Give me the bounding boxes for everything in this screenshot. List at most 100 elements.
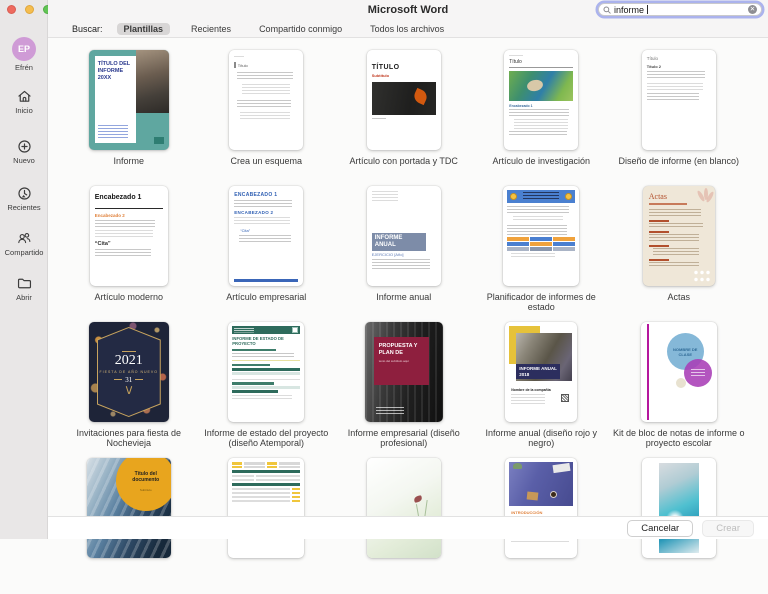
sidebar-item-compartido[interactable]: Compartido — [0, 230, 48, 257]
template-label: Artículo con portada y TDC — [350, 156, 458, 166]
user-name: Efrén — [0, 63, 48, 72]
section-rule — [649, 231, 669, 233]
close-window-button[interactable] — [7, 5, 16, 14]
tab-recientes[interactable]: Recientes — [184, 23, 238, 35]
star-badge — [565, 193, 572, 200]
template-thumbnail[interactable] — [503, 186, 579, 286]
template-thumbnail[interactable] — [642, 458, 716, 558]
table-row — [232, 496, 300, 499]
template-thumbnail[interactable] — [228, 458, 304, 558]
teal-header — [232, 326, 300, 334]
otter-photo — [509, 71, 573, 101]
sidebar-item-label: Recientes — [7, 203, 40, 212]
text-lines — [234, 200, 292, 207]
sidebar-item-abrir[interactable]: Abrir — [0, 275, 48, 302]
template-thumbnail[interactable]: 2021 FIESTA DE AÑO NUEVO 31 — [89, 322, 169, 422]
section-bar — [232, 349, 276, 352]
text-lines — [232, 395, 292, 400]
footer-bar — [234, 279, 298, 282]
template-card-kit-bloc[interactable]: NOMBRE DE CLASE Kit de bloc de notas de … — [610, 322, 748, 458]
sidebar-item-label: Abrir — [16, 293, 32, 302]
template-card-blanco[interactable]: Título Título 2 Diseño de informe (en bl… — [610, 50, 748, 186]
template-thumbnail[interactable]: Título del documento Subtítulo — [87, 458, 171, 558]
template-thumbnail[interactable]: Título Encabezado 1 — [504, 50, 578, 150]
template-card-planificador[interactable]: Planificador de informes de estado — [473, 186, 611, 322]
yellow-rule — [232, 360, 300, 362]
folder-icon — [16, 275, 33, 292]
template-card-empresarial[interactable]: ENCABEZADO 1 ENCABEZADO 2 “Cita” Artícul… — [198, 186, 336, 322]
clear-search-icon[interactable]: ✕ — [748, 5, 757, 14]
clock-icon — [16, 185, 33, 202]
thumb-title: Encabezado 1 — [95, 194, 163, 201]
template-card-informe-anual[interactable]: INFORME ANUAL EJERCICIO [Año] Informe an… — [335, 186, 473, 322]
template-thumbnail[interactable]: Título Título 2 — [642, 50, 716, 150]
template-thumbnail[interactable]: Actas — [643, 186, 715, 286]
template-card-rojo-negro[interactable]: INFORME ANUAL 2018 Nombre de la compañía… — [473, 322, 611, 458]
table-header — [232, 470, 300, 473]
template-thumbnail[interactable]: INTRODUCCIÓN — [505, 458, 577, 558]
template-label: Informe — [113, 156, 144, 166]
minimize-window-button[interactable] — [25, 5, 34, 14]
thumb-quote: “Cita” — [95, 241, 163, 247]
template-thumbnail[interactable]: ENCABEZADO 1 ENCABEZADO 2 “Cita” — [229, 186, 303, 286]
sidebar-item-recientes[interactable]: Recientes — [0, 185, 48, 212]
template-card-portada-tdc[interactable]: TÍTULO Subtítulo Artículo con portada y … — [335, 50, 473, 186]
template-thumbnail[interactable]: INFORME DE ESTADO DE PROYECTO — [228, 322, 304, 422]
template-card-profesional[interactable]: PROPUESTA Y PLAN DE texto del subtítulo … — [335, 322, 473, 458]
template-card-estado-proyecto[interactable]: INFORME DE ESTADO DE PROYECTO Informe de… — [198, 322, 336, 458]
text-lines — [372, 191, 398, 202]
template-thumbnail[interactable]: NOMBRE DE CLASE — [641, 322, 717, 422]
text-lines — [507, 225, 567, 235]
template-card-informe[interactable]: TÍTULO DEL INFORME 20XX Informe — [60, 50, 198, 186]
banner-text-lines — [523, 192, 559, 201]
star-badge — [510, 193, 517, 200]
sidebar-item-nuevo[interactable]: Nuevo — [0, 138, 48, 165]
table-row — [232, 488, 300, 491]
text-lines — [95, 220, 155, 228]
cancel-button[interactable]: Cancelar — [627, 520, 693, 537]
thumb-year: 2021 — [115, 354, 143, 368]
tab-todos-los-archivos[interactable]: Todos los archivos — [363, 23, 451, 35]
template-card-esquema[interactable]: Título Crea un esquema — [198, 50, 336, 186]
thumb-title: FIESTA DE AÑO NUEVO — [100, 370, 158, 374]
gold-rule — [122, 351, 136, 352]
text-lines — [372, 259, 430, 271]
coffee-cup — [550, 491, 557, 498]
user-avatar[interactable]: EP — [12, 37, 36, 61]
template-card-moderno[interactable]: Encabezado 1 Encabezado 2 “Cita” Artícul… — [60, 186, 198, 322]
template-card-nochevieja[interactable]: 2021 FIESTA DE AÑO NUEVO 31 Invitaciones… — [60, 322, 198, 458]
template-thumbnail[interactable]: INFORME ANUAL 2018 Nombre de la compañía — [505, 322, 577, 422]
create-button[interactable]: Crear — [702, 520, 754, 537]
thumb-title: INFORME DE ESTADO DE PROYECTO — [232, 336, 300, 346]
template-label: Crea un esquema — [230, 156, 302, 166]
section-rule — [649, 259, 669, 261]
table-header — [232, 390, 278, 393]
template-thumbnail[interactable]: INFORME ANUAL EJERCICIO [Año] — [367, 186, 441, 286]
thumb-heading: ENCABEZADO 2 — [234, 210, 298, 215]
search-input[interactable]: informe ✕ — [598, 3, 762, 16]
template-card-investigacion[interactable]: Título Encabezado 1 Artículo de investig… — [473, 50, 611, 186]
template-thumbnail[interactable]: PROPUESTA Y PLAN DE texto del subtítulo … — [365, 322, 443, 422]
thumb-title: NOMBRE DE CLASE — [672, 347, 699, 357]
glacier-photo — [659, 463, 699, 553]
template-card-actas[interactable]: Actas Actas — [610, 186, 748, 322]
crimson-panel: PROPUESTA Y PLAN DE texto del subtítulo … — [374, 337, 429, 385]
text-lines — [649, 262, 699, 267]
thumb-subtitle: Nombre de la compañía — [511, 388, 550, 392]
template-thumbnail[interactable]: Título — [229, 50, 303, 150]
template-thumbnail[interactable]: Encabezado 1 Encabezado 2 “Cita” — [90, 186, 168, 286]
text-lines — [509, 109, 569, 117]
text-lines — [95, 230, 153, 238]
table-row — [232, 479, 300, 481]
template-thumbnail[interactable]: TÍTULO Subtítulo — [367, 50, 441, 150]
text-lines — [691, 369, 705, 377]
template-thumbnail[interactable]: TÍTULO DEL INFORME 20XX — [89, 50, 169, 150]
sidebar-item-inicio[interactable]: Inicio — [0, 88, 48, 115]
sidebar-item-label: Nuevo — [13, 156, 35, 165]
template-thumbnail[interactable] — [367, 458, 441, 558]
tab-plantillas[interactable]: Plantillas — [117, 23, 171, 35]
filter-toolbar: Buscar: Plantillas Recientes Compartido … — [48, 20, 768, 38]
table-row — [232, 492, 300, 495]
new-document-icon — [16, 138, 33, 155]
tab-compartido-conmigo[interactable]: Compartido conmigo — [252, 23, 349, 35]
